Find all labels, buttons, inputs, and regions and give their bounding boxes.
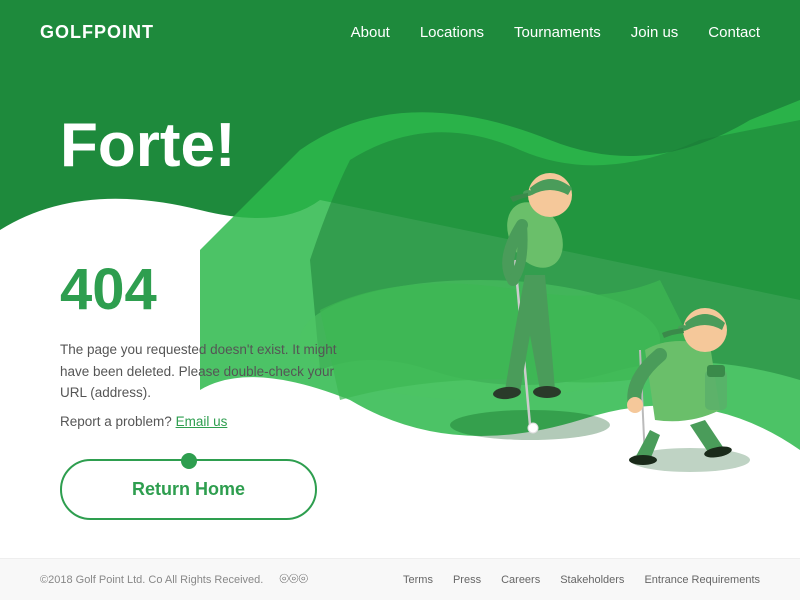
footer-press[interactable]: Press (453, 574, 481, 586)
footer-left: ©2018 Golf Point Ltd. Co All Rights Rece… (40, 571, 308, 589)
nav-join-us[interactable]: Join us (631, 24, 679, 41)
report-text: Report a problem? Email us (60, 414, 340, 429)
button-dot (181, 453, 197, 469)
logo: GOLFPOINT (40, 22, 154, 43)
footer-terms[interactable]: Terms (403, 574, 433, 586)
olympic-rings-icon: ⌾⌾⌾ (279, 571, 308, 589)
nav-locations[interactable]: Locations (420, 24, 484, 41)
nav-contact[interactable]: Contact (708, 24, 760, 41)
copyright: ©2018 Golf Point Ltd. Co All Rights Rece… (40, 574, 263, 586)
footer-stakeholders[interactable]: Stakeholders (560, 574, 624, 586)
error-code: 404 (60, 256, 340, 323)
email-link[interactable]: Email us (176, 414, 228, 429)
main-content: 404 The page you requested doesn't exist… (60, 256, 340, 520)
error-message: The page you requested doesn't exist. It… (60, 339, 340, 404)
return-home-button[interactable]: Return Home (60, 459, 317, 520)
footer-careers[interactable]: Careers (501, 574, 540, 586)
footer-entrance[interactable]: Entrance Requirements (644, 574, 760, 586)
nav-about[interactable]: About (351, 24, 390, 41)
main-nav: About Locations Tournaments Join us Cont… (351, 24, 760, 41)
nav-tournaments[interactable]: Tournaments (514, 24, 601, 41)
page-headline: Forte! (60, 110, 236, 181)
golfers-illustration (350, 40, 800, 500)
footer: ©2018 Golf Point Ltd. Co All Rights Rece… (0, 558, 800, 600)
footer-links: Terms Press Careers Stakeholders Entranc… (403, 574, 760, 586)
